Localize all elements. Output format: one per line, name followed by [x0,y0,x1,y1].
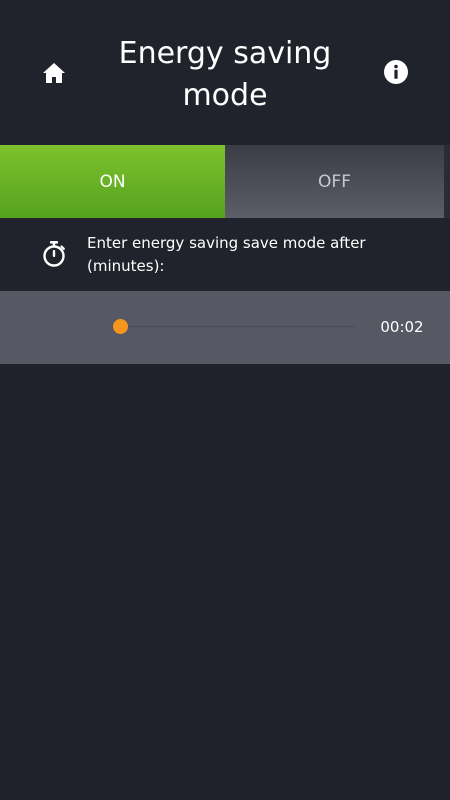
slider-track[interactable] [120,326,356,327]
off-toggle-button[interactable]: OFF [225,145,444,218]
setting-label: Enter energy saving save mode after (min… [87,234,366,275]
page-title: Energy saving mode [118,36,332,113]
app-header: Energy saving mode [0,0,450,145]
slider-value: 00:02 [380,318,424,336]
toggle-divider [444,145,450,218]
info-button[interactable] [380,56,412,88]
stopwatch-icon [43,241,65,267]
slider-thumb[interactable] [112,319,128,334]
info-icon [384,60,408,84]
home-button[interactable] [38,57,70,89]
on-off-toggle: ON OFF [0,145,450,218]
on-toggle-button[interactable]: ON [0,145,225,218]
home-icon [43,63,65,83]
